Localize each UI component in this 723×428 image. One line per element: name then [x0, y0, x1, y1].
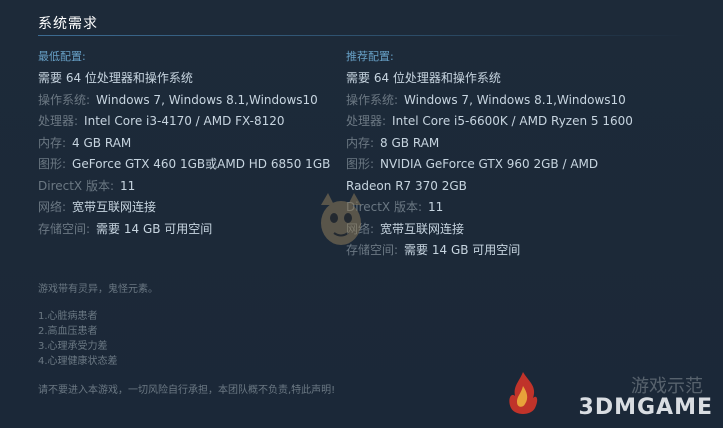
warning-notes: 游戏带有灵异，鬼怪元素。 1.心脏病患者 2.高血压患者 3.心理承受力差 4.…: [38, 280, 335, 396]
req-row: 需要 64 位处理器和操作系统: [346, 71, 501, 85]
req-row: 需要 64 位处理器和操作系统: [38, 71, 193, 85]
notes-intro: 游戏带有灵异，鬼怪元素。: [38, 284, 158, 295]
req-row: DirectX 版本: 11: [346, 200, 444, 214]
req-row: 处理器: Intel Core i5-6600K / AMD Ryzen 5 16…: [346, 114, 633, 128]
watermark-logo-text: 3DMGAME: [578, 395, 713, 420]
flame-logo-icon: [509, 372, 538, 414]
system-requirements-panel: 系统需求 最低配置: 需要 64 位处理器和操作系统 操作系统: Windows …: [0, 0, 723, 428]
recommended-heading: 推荐配置:: [346, 50, 394, 63]
req-row: 内存: 8 GB RAM: [346, 135, 440, 150]
req-row: 图形: NVIDIA GeForce GTX 960 2GB / AMD Rade…: [346, 157, 599, 193]
minimum-requirements: 最低配置: 需要 64 位处理器和操作系统 操作系统: Windows 7, Wi…: [38, 48, 348, 240]
recommended-requirements: 推荐配置: 需要 64 位处理器和操作系统 操作系统: Windows 7, Wi…: [346, 48, 646, 262]
notes-item: 3.心理承受力差: [38, 341, 108, 352]
title-divider: [38, 35, 690, 36]
req-row: 图形: GeForce GTX 460 1GB或AMD HD 6850 1GB: [38, 157, 331, 171]
notes-item: 1.心脏病患者: [38, 311, 98, 322]
req-row: 网络:宽带互联网连接: [38, 200, 157, 214]
req-row: DirectX 版本: 11: [38, 178, 136, 193]
notes-item: 4.心理健康状态差: [38, 356, 118, 367]
req-row: 存储空间: 需要 14 GB 可用空间: [38, 221, 213, 236]
site-watermark: 游戏示范 3DMGAME: [503, 370, 713, 420]
req-row: 操作系统: Windows 7, Windows 8.1,Windows10: [346, 92, 626, 107]
section-title: 系统需求: [38, 16, 98, 32]
notes-disclaimer: 请不要进入本游戏，一切风险自行承担，本团队概不负责,特此声明!: [38, 385, 336, 396]
req-row: 内存: 4 GB RAM: [38, 135, 132, 150]
minimum-heading: 最低配置:: [38, 50, 86, 63]
req-row: 网络:宽带互联网连接: [346, 221, 465, 236]
req-row: 存储空间: 需要 14 GB 可用空间: [346, 243, 521, 257]
req-row: 操作系统: Windows 7, Windows 8.1,Windows10: [38, 92, 318, 107]
notes-item: 2.高血压患者: [38, 326, 98, 337]
watermark-mascot-icon: [321, 193, 361, 245]
req-row: 处理器: Intel Core i3-4170 / AMD FX-8120: [38, 114, 285, 128]
